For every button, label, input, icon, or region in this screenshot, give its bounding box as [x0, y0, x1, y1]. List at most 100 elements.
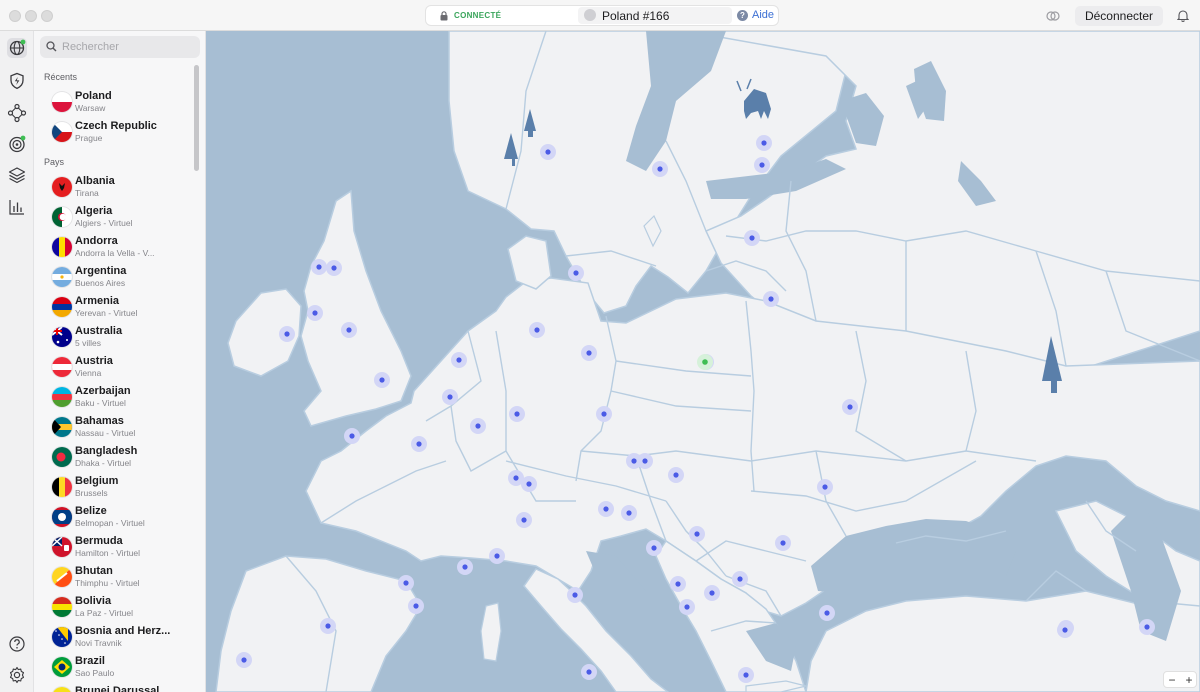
zoom-out-button[interactable]: − — [1164, 673, 1180, 687]
stats-icon[interactable] — [7, 197, 27, 217]
server-marker[interactable] — [442, 389, 458, 405]
server-marker[interactable] — [529, 322, 545, 338]
server-marker[interactable] — [279, 326, 295, 342]
server-marker[interactable] — [344, 428, 360, 444]
server-marker[interactable] — [311, 259, 327, 275]
server-marker[interactable] — [689, 526, 705, 542]
shield-bolt-icon[interactable] — [7, 71, 27, 91]
zoom-controls: − + — [1163, 671, 1197, 688]
disconnect-button[interactable]: Déconnecter — [1075, 6, 1163, 26]
notification-bell-icon[interactable] — [1177, 9, 1189, 22]
bangladesh-flag-icon — [52, 447, 72, 467]
country-item-andorra[interactable]: Andorra Andorra la Vella - V... — [34, 232, 194, 262]
server-marker[interactable] — [581, 345, 597, 361]
server-marker[interactable] — [704, 585, 720, 601]
window-zoom-button[interactable] — [41, 10, 53, 22]
server-marker[interactable] — [1057, 622, 1073, 638]
server-marker[interactable] — [596, 406, 612, 422]
country-item-bhutan[interactable]: Bhutan Thimphu - Virtuel — [34, 562, 194, 592]
country-item-belgium[interactable]: Belgium Brussels — [34, 472, 194, 502]
zoom-in-button[interactable]: + — [1181, 673, 1197, 687]
window-minimize-button[interactable] — [25, 10, 37, 22]
server-marker[interactable] — [670, 576, 686, 592]
server-marker[interactable] — [408, 598, 424, 614]
server-marker[interactable] — [540, 144, 556, 160]
server-marker[interactable] — [842, 399, 858, 415]
server-marker[interactable] — [637, 453, 653, 469]
server-marker[interactable] — [411, 436, 427, 452]
server-marker[interactable] — [398, 575, 414, 591]
country-city: Vienna — [75, 368, 102, 378]
server-marker[interactable] — [236, 652, 252, 668]
country-item-azerbaijan[interactable]: Azerbaijan Baku - Virtuel — [34, 382, 194, 412]
linked-devices-icon[interactable] — [1046, 9, 1060, 23]
server-marker[interactable] — [763, 291, 779, 307]
country-city: Hamilton - Virtuel — [75, 548, 141, 558]
server-marker[interactable] — [775, 535, 791, 551]
connected-marker[interactable] — [697, 354, 713, 370]
sidebar-scrollbar[interactable] — [194, 65, 199, 171]
server-marker[interactable] — [516, 512, 532, 528]
meshnet-icon[interactable] — [7, 103, 27, 123]
server-marker[interactable] — [646, 540, 662, 556]
search-input[interactable] — [62, 36, 192, 58]
server-marker[interactable] — [1139, 619, 1155, 635]
server-marker[interactable] — [732, 571, 748, 587]
server-marker[interactable] — [819, 605, 835, 621]
server-marker[interactable] — [679, 599, 695, 615]
server-marker[interactable] — [451, 352, 467, 368]
server-marker[interactable] — [817, 479, 833, 495]
country-item-argentina[interactable]: Argentina Buenos Aires — [34, 262, 194, 292]
country-name: Poland — [75, 90, 112, 102]
server-marker[interactable] — [744, 230, 760, 246]
server-marker[interactable] — [581, 664, 597, 680]
server-marker[interactable] — [621, 505, 637, 521]
server-marker[interactable] — [568, 265, 584, 281]
country-city: Novi Travnik — [75, 638, 122, 648]
country-item-bahamas[interactable]: Bahamas Nassau - Virtuel — [34, 412, 194, 442]
country-item-poland[interactable]: Poland Warsaw — [34, 87, 194, 117]
country-item-australia[interactable]: Australia 5 villes — [34, 322, 194, 352]
server-marker[interactable] — [457, 559, 473, 575]
country-item-bangladesh[interactable]: Bangladesh Dhaka - Virtuel — [34, 442, 194, 472]
server-marker[interactable] — [307, 305, 323, 321]
search-box[interactable] — [40, 36, 200, 58]
country-item-algeria[interactable]: Algeria Algiers - Virtuel — [34, 202, 194, 232]
country-name: Australia — [75, 325, 123, 337]
server-marker[interactable] — [509, 406, 525, 422]
country-item-czech[interactable]: Czech Republic Prague — [34, 117, 194, 147]
country-item-bolivia[interactable]: Bolivia La Paz - Virtuel — [34, 592, 194, 622]
country-item-armenia[interactable]: Armenia Yerevan - Virtuel — [34, 292, 194, 322]
country-item-brazil[interactable]: Brazil Sao Paulo — [34, 652, 194, 682]
server-marker[interactable] — [521, 476, 537, 492]
layers-icon[interactable] — [7, 165, 27, 185]
help-link[interactable]: Aide — [752, 9, 774, 21]
window-close-button[interactable] — [9, 10, 21, 22]
country-item-brunei[interactable]: Brunei Darussal... — [34, 682, 194, 692]
server-marker[interactable] — [756, 135, 772, 151]
server-marker[interactable] — [668, 467, 684, 483]
server-marker[interactable] — [489, 548, 505, 564]
server-marker[interactable] — [470, 418, 486, 434]
globe-icon[interactable] — [7, 38, 27, 58]
server-marker[interactable] — [374, 372, 390, 388]
help-icon[interactable]: ? — [737, 10, 748, 21]
server-marker[interactable] — [320, 618, 336, 634]
server-selector[interactable]: Poland #166 — [578, 7, 732, 24]
server-marker[interactable] — [341, 322, 357, 338]
help-icon[interactable] — [7, 634, 27, 654]
country-item-albania[interactable]: Albania Tirana — [34, 172, 194, 202]
server-marker[interactable] — [326, 260, 342, 276]
server-marker[interactable] — [738, 667, 754, 683]
server-marker[interactable] — [652, 161, 668, 177]
server-marker[interactable] — [598, 501, 614, 517]
country-item-bermuda[interactable]: Bermuda Hamilton - Virtuel — [34, 532, 194, 562]
country-item-bosnia[interactable]: Bosnia and Herz... Novi Travnik — [34, 622, 194, 652]
threat-protection-icon[interactable] — [7, 134, 27, 154]
server-marker[interactable] — [754, 157, 770, 173]
country-item-austria[interactable]: Austria Vienna — [34, 352, 194, 382]
server-marker[interactable] — [567, 587, 583, 603]
settings-icon[interactable] — [7, 665, 27, 685]
server-map[interactable] — [206, 31, 1200, 692]
country-item-belize[interactable]: Belize Belmopan - Virtuel — [34, 502, 194, 532]
